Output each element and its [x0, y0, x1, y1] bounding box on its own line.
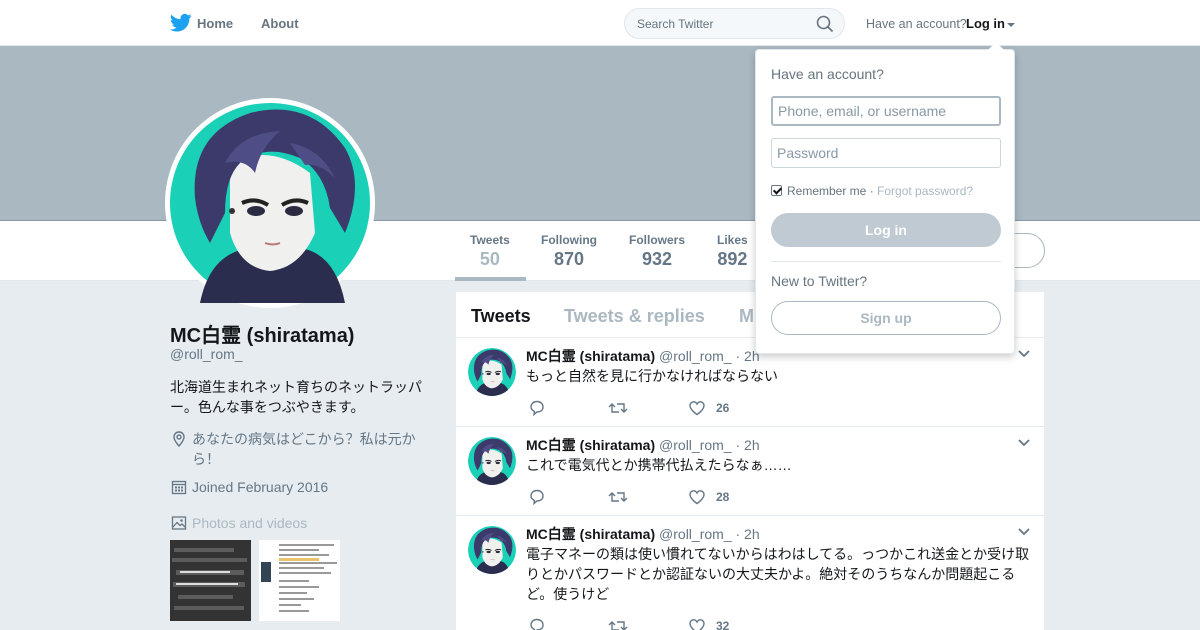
- tweet-avatar[interactable]: [468, 437, 516, 485]
- tab-media[interactable]: M: [739, 306, 754, 327]
- nav-about-link[interactable]: About: [261, 16, 299, 31]
- caret-down-icon: [1007, 22, 1015, 27]
- like-count: 26: [716, 401, 730, 415]
- tab-tweets[interactable]: Tweets: [471, 306, 531, 327]
- twitter-bird-icon[interactable]: [170, 13, 192, 33]
- reply-icon: [530, 489, 544, 506]
- separator-dot: ·: [866, 184, 878, 198]
- remember-me-checkbox[interactable]: [771, 185, 782, 196]
- like-button[interactable]: 32: [688, 617, 748, 630]
- tweet[interactable]: MC白霊 (shiratama) @roll_rom_ · 2h 電子マネーの類…: [456, 516, 1044, 630]
- tweet-header: MC白霊 (shiratama) @roll_rom_ · 2h: [526, 435, 760, 455]
- stat-value: 50: [479, 249, 500, 269]
- tweet-header: MC白霊 (shiratama) @roll_rom_ · 2h: [526, 346, 760, 366]
- reply-icon: [530, 618, 544, 630]
- avatar-image: [468, 437, 516, 485]
- stat-value: 932: [641, 249, 673, 269]
- stat-label: Following: [541, 233, 597, 247]
- tab-tweets-and-replies[interactable]: Tweets & replies: [564, 306, 705, 327]
- location-text: あなたの病気はどこから？私は元から！: [192, 431, 416, 467]
- image-icon: [171, 516, 187, 530]
- reply-icon: [530, 400, 544, 417]
- stat-label: Followers: [629, 233, 686, 247]
- remember-me-label-row: Remember me · Forgot password?: [787, 184, 973, 198]
- tweet-avatar[interactable]: [468, 348, 516, 396]
- nav-home-link[interactable]: Home: [197, 16, 233, 31]
- tweet-text: もっと自然を見に行かなければならない: [526, 368, 778, 384]
- search-placeholder: Search Twitter: [637, 17, 714, 31]
- media-thumbnail[interactable]: [259, 540, 340, 621]
- username-field[interactable]: [771, 96, 1001, 126]
- tweet-author-name[interactable]: MC白霊 (shiratama): [526, 348, 655, 364]
- stat-likes[interactable]: Likes 892: [717, 233, 748, 270]
- heart-icon: [689, 401, 705, 416]
- stat-following[interactable]: Following 870: [541, 233, 597, 270]
- active-stat-underline: [455, 277, 526, 281]
- tweet-author-handle[interactable]: @roll_rom_: [659, 348, 732, 364]
- login-dropdown-toggle[interactable]: Log in: [966, 16, 1015, 31]
- stat-followers[interactable]: Followers 932: [629, 233, 685, 270]
- avatar-image: [170, 103, 370, 303]
- heart-icon: [689, 490, 705, 505]
- joined-text: Joined February 2016: [192, 479, 329, 495]
- tweet-author-handle[interactable]: @roll_rom_: [659, 526, 732, 542]
- avatar-image: [468, 348, 516, 396]
- like-count: 28: [716, 490, 730, 504]
- login-dropdown-title: Have an account?: [771, 66, 884, 82]
- stat-label: Likes: [717, 233, 748, 247]
- tweet-author-name[interactable]: MC白霊 (shiratama): [526, 526, 655, 542]
- media-thumbnail-image: [170, 540, 251, 621]
- media-thumbnail-image: [259, 540, 340, 621]
- profile-bio: 北海道生まれネット育ちのネットラッパー。色んな事をつぶやきます。: [170, 379, 422, 415]
- tweet-text: 電子マネーの類は使い慣れてないからはわはしてる。っつかこれ送金とか受け取りとかパ…: [526, 546, 1030, 602]
- profile-screen-name[interactable]: @roll_rom_: [170, 346, 243, 362]
- login-button[interactable]: Log in: [771, 213, 1001, 247]
- tweet-author-name[interactable]: MC白霊 (shiratama): [526, 437, 655, 453]
- chevron-down-icon[interactable]: [1018, 528, 1030, 536]
- tweet-actions: 28: [528, 488, 828, 506]
- search-input[interactable]: Search Twitter: [624, 8, 845, 39]
- like-button[interactable]: 28: [688, 488, 748, 506]
- tweet-timestamp[interactable]: · 2h: [736, 437, 760, 453]
- like-count: 32: [716, 619, 730, 630]
- retweet-icon: [608, 403, 628, 413]
- forgot-password-link[interactable]: Forgot password?: [877, 184, 973, 198]
- retweet-icon: [608, 621, 628, 630]
- login-dropdown: Have an account? Remember me · Forgot pa…: [755, 42, 1015, 354]
- search-icon[interactable]: [816, 15, 834, 33]
- tweet-text: これで電気代とか携帯代払えたらなぁ……: [526, 457, 792, 473]
- chevron-down-icon[interactable]: [1018, 439, 1030, 447]
- dropdown-arrow: [988, 42, 1004, 50]
- top-navigation-bar: Home About Search Twitter Have an accoun…: [0, 0, 1200, 46]
- tweet-author-handle[interactable]: @roll_rom_: [659, 437, 732, 453]
- stat-value: 870: [553, 249, 585, 269]
- heart-icon: [689, 619, 705, 630]
- photos-label: Photos and videos: [192, 515, 308, 531]
- signup-button[interactable]: Sign up: [771, 301, 1001, 335]
- tweet-actions: 32: [528, 617, 828, 630]
- tweet[interactable]: MC白霊 (shiratama) @roll_rom_ · 2h これで電気代と…: [456, 427, 1044, 516]
- stat-tweets[interactable]: Tweets 50: [470, 233, 510, 270]
- media-thumbnail[interactable]: [170, 540, 251, 621]
- login-link-label: Log in: [966, 16, 1005, 31]
- profile-avatar[interactable]: [165, 98, 375, 308]
- have-account-text: Have an account?: [866, 17, 967, 31]
- chevron-down-icon[interactable]: [1018, 350, 1030, 358]
- avatar-image: [468, 526, 516, 574]
- tweet-actions: 26: [528, 399, 828, 417]
- tweet-avatar[interactable]: [468, 526, 516, 574]
- divider: [771, 261, 1001, 262]
- tweet-timestamp[interactable]: · 2h: [736, 526, 760, 542]
- location-pin-icon: [173, 431, 185, 447]
- new-to-twitter-text: New to Twitter?: [771, 273, 868, 289]
- tweet-header: MC白霊 (shiratama) @roll_rom_ · 2h: [526, 524, 760, 544]
- like-button[interactable]: 26: [688, 399, 748, 417]
- stat-value: 892: [717, 249, 748, 269]
- remember-me-label[interactable]: Remember me: [787, 184, 866, 198]
- password-field[interactable]: [771, 138, 1001, 168]
- calendar-icon: [171, 480, 187, 495]
- retweet-icon: [608, 492, 628, 502]
- stat-label: Tweets: [470, 233, 510, 247]
- profile-display-name[interactable]: MC白霊 (shiratama): [170, 319, 354, 348]
